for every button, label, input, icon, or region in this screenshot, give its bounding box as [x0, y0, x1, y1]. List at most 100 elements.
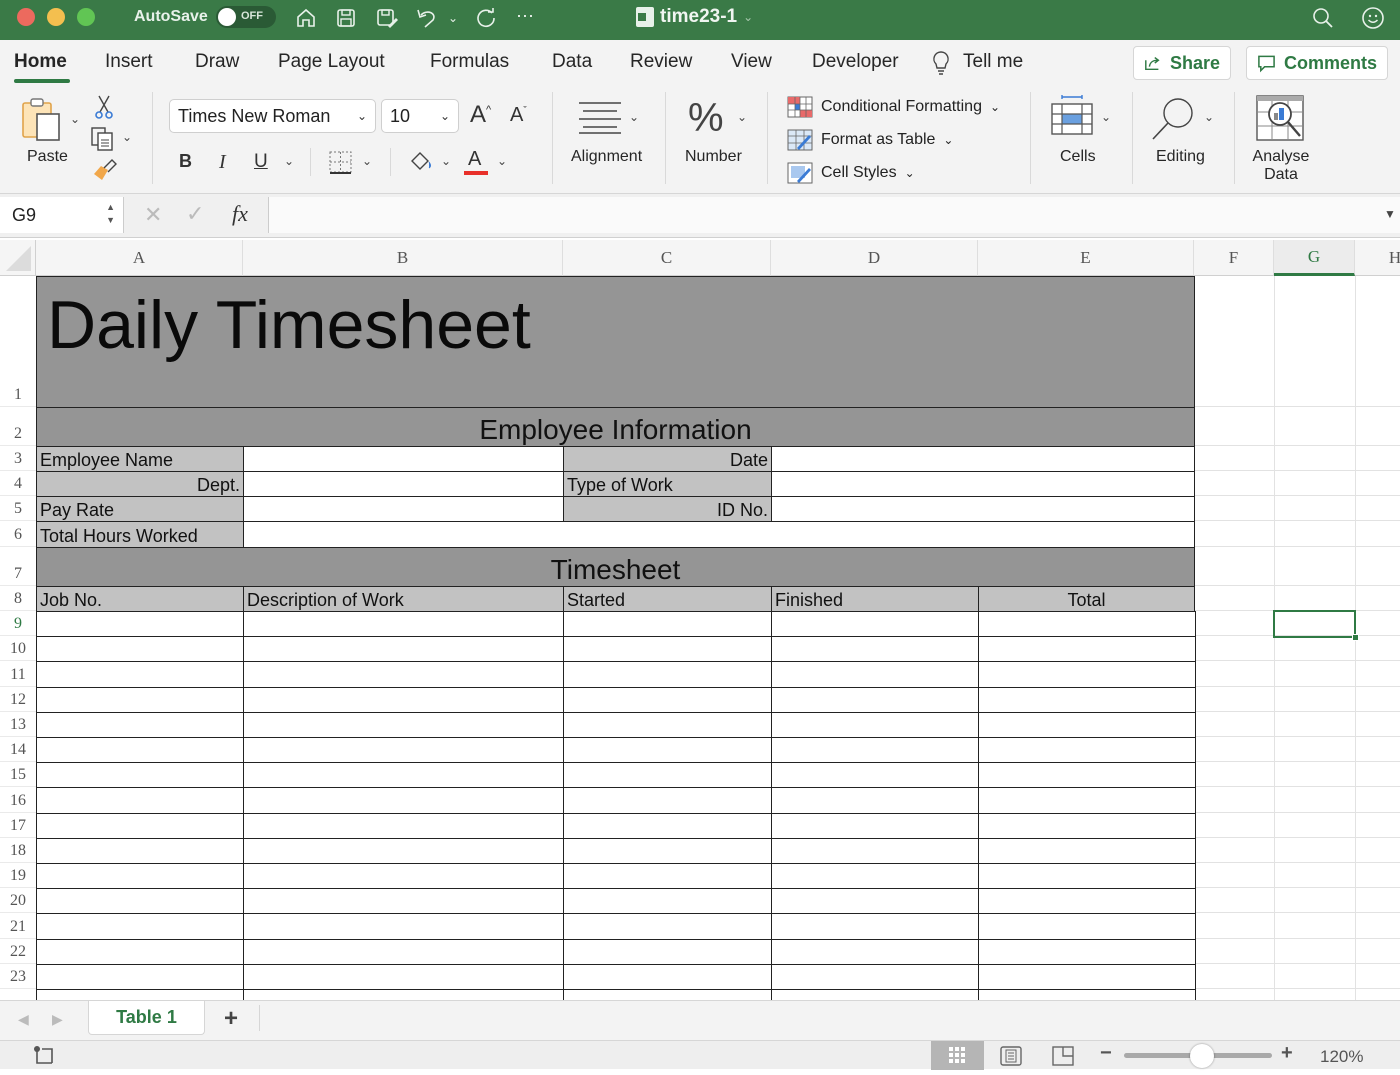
dept-label-cell[interactable]: Dept.	[36, 471, 244, 497]
paste-dropdown-icon[interactable]: ⌄	[70, 112, 80, 126]
comments-button[interactable]: Comments	[1246, 46, 1388, 80]
font-color-dropdown-icon[interactable]: ⌄	[497, 154, 507, 168]
row-header-16[interactable]: 16	[0, 787, 36, 813]
row-header-13[interactable]: 13	[0, 711, 36, 737]
column-header-h[interactable]: H	[1355, 240, 1400, 276]
editing-magnifier-icon[interactable]	[1150, 96, 1198, 147]
tab-page-layout[interactable]: Page Layout	[278, 51, 385, 73]
entry-cell-c9[interactable]	[563, 611, 772, 638]
entry-cell-a20[interactable]	[36, 888, 244, 915]
cell-styles-button[interactable]: Cell Styles ⌄	[787, 161, 915, 185]
save-icon[interactable]	[334, 6, 358, 30]
entry-cell-b10[interactable]	[243, 636, 564, 663]
insert-function-icon[interactable]: fx	[232, 201, 248, 227]
row-header-4[interactable]: 4	[0, 471, 36, 496]
entry-cell-a17[interactable]	[36, 812, 244, 839]
tab-review[interactable]: Review	[630, 51, 692, 73]
home-icon[interactable]	[294, 6, 318, 30]
alignment-dropdown-icon[interactable]: ⌄	[629, 110, 639, 124]
entry-cell-a15[interactable]	[36, 762, 244, 789]
analyse-data-icon[interactable]	[1256, 94, 1306, 149]
tab-data[interactable]: Data	[552, 51, 592, 73]
save-as-icon[interactable]	[374, 6, 400, 30]
entry-cell-d18[interactable]	[771, 837, 979, 864]
fill-color-dropdown-icon[interactable]: ⌄	[441, 154, 451, 168]
redo-icon[interactable]	[474, 6, 498, 30]
tab-formulas[interactable]: Formulas	[430, 51, 509, 73]
cells-icon[interactable]	[1050, 94, 1094, 143]
bold-button[interactable]: B	[179, 151, 192, 172]
entry-cell-b22[interactable]	[243, 938, 564, 965]
entry-cell-b12[interactable]	[243, 686, 564, 713]
entry-cell-a10[interactable]	[36, 636, 244, 663]
font-name-dropdown[interactable]: Times New Roman ⌄	[169, 99, 376, 133]
sheet-tab-table-1[interactable]: Table 1	[88, 1001, 205, 1035]
entry-cell-d24[interactable]	[771, 989, 979, 1000]
entry-cell-e23[interactable]	[978, 963, 1196, 990]
entry-cell-a14[interactable]	[36, 737, 244, 764]
entry-cell-c14[interactable]	[563, 737, 772, 764]
row-header-15[interactable]: 15	[0, 762, 36, 788]
row-header-2[interactable]: 2	[0, 407, 36, 446]
cells-dropdown-icon[interactable]: ⌄	[1101, 110, 1111, 124]
entry-cell-e10[interactable]	[978, 636, 1196, 663]
row-header-21[interactable]: 21	[0, 913, 36, 939]
header-started[interactable]: Started	[563, 586, 772, 612]
column-header-f[interactable]: F	[1194, 240, 1274, 276]
type-of-work-label-cell[interactable]: Type of Work	[563, 471, 772, 497]
tab-developer[interactable]: Developer	[812, 51, 899, 73]
entry-cell-b11[interactable]	[243, 661, 564, 688]
entry-cell-c10[interactable]	[563, 636, 772, 663]
row-header-8[interactable]: 8	[0, 586, 36, 611]
date-label-cell[interactable]: Date	[563, 446, 772, 472]
fill-color-icon[interactable]	[409, 150, 435, 179]
row-header-23[interactable]: 23	[0, 963, 36, 989]
name-box-stepper-icon[interactable]: ▲ ▼	[106, 201, 115, 227]
number-dropdown-icon[interactable]: ⌄	[737, 110, 747, 124]
paste-button[interactable]	[20, 96, 66, 149]
entry-cell-c24[interactable]	[563, 989, 772, 1000]
entry-cell-d21[interactable]	[771, 913, 979, 940]
zoom-in-button[interactable]: +	[1281, 1042, 1293, 1065]
autosave-toggle[interactable]: OFF	[216, 6, 276, 28]
employee-name-label-cell[interactable]: Employee Name	[36, 446, 244, 472]
page-break-view-icon[interactable]	[1052, 1046, 1074, 1071]
entry-cell-e17[interactable]	[978, 812, 1196, 839]
pay-rate-input-cell[interactable]	[243, 496, 564, 522]
entry-cell-c20[interactable]	[563, 888, 772, 915]
expand-formula-bar-icon[interactable]: ▼	[1384, 207, 1396, 221]
entry-cell-a11[interactable]	[36, 661, 244, 688]
entry-cell-a23[interactable]	[36, 963, 244, 990]
underline-button[interactable]: U	[254, 151, 268, 173]
feedback-smiley-icon[interactable]	[1360, 6, 1386, 30]
row-header-1[interactable]: 1	[0, 276, 36, 407]
employee-name-input-cell[interactable]	[243, 446, 564, 472]
selected-cell-g9[interactable]	[1273, 610, 1359, 641]
confirm-entry-icon[interactable]: ✓	[186, 201, 204, 227]
column-header-d[interactable]: D	[771, 240, 978, 276]
id-no-input-cell[interactable]	[771, 496, 1195, 522]
editing-dropdown-icon[interactable]: ⌄	[1204, 110, 1214, 124]
column-header-a[interactable]: A	[36, 240, 243, 276]
entry-cell-e12[interactable]	[978, 686, 1196, 713]
entry-cell-c16[interactable]	[563, 787, 772, 814]
entry-cell-e24[interactable]	[978, 989, 1196, 1000]
row-header-19[interactable]: 19	[0, 863, 36, 889]
row-header-9[interactable]: 9	[0, 611, 36, 637]
entry-cell-d20[interactable]	[771, 888, 979, 915]
search-icon[interactable]	[1310, 6, 1336, 30]
copy-icon[interactable]	[90, 126, 116, 157]
column-header-e[interactable]: E	[978, 240, 1194, 276]
entry-cell-b20[interactable]	[243, 888, 564, 915]
alignment-label[interactable]: Alignment	[571, 148, 642, 166]
entry-cell-a19[interactable]	[36, 863, 244, 890]
increase-font-size-icon[interactable]: A^	[470, 101, 491, 129]
entry-cell-b17[interactable]	[243, 812, 564, 839]
entry-cell-b19[interactable]	[243, 863, 564, 890]
entry-cell-b9[interactable]	[243, 611, 564, 638]
decrease-font-size-icon[interactable]: Aˇ	[510, 104, 527, 127]
entry-cell-c13[interactable]	[563, 711, 772, 738]
zoom-slider-knob[interactable]	[1190, 1044, 1215, 1068]
column-header-c[interactable]: C	[563, 240, 771, 276]
analyse-data-label[interactable]: Analyse Data	[1251, 148, 1311, 184]
